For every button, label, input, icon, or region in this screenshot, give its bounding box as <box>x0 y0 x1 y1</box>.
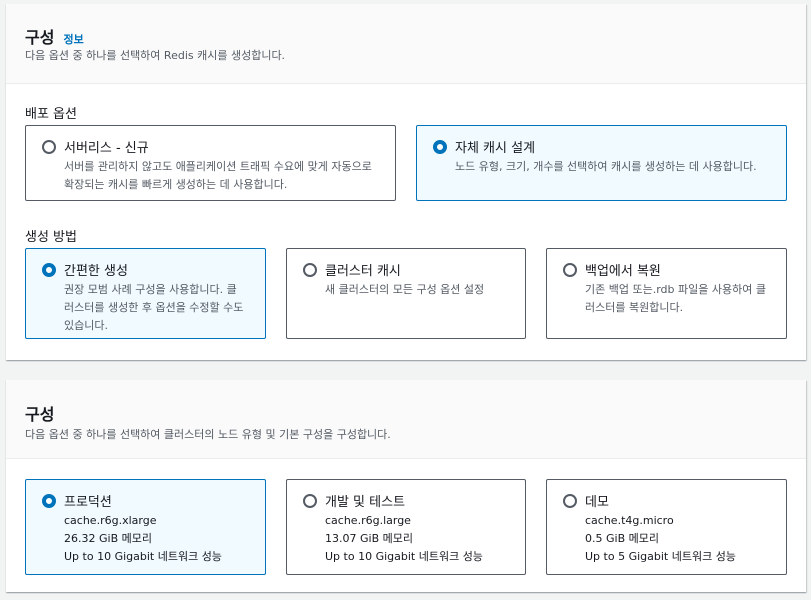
configuration-dev-test[interactable]: 개발 및 테스트 cache.r6g.large 13.07 GiB 메모리 U… <box>286 479 526 575</box>
configuration-demo[interactable]: 데모 cache.t4g.micro 0.5 GiB 메모리 Up to 5 G… <box>546 479 787 575</box>
configuration-production[interactable]: 프로덕션 cache.r6g.xlarge 26.32 GiB 메모리 Up t… <box>25 479 266 575</box>
node-type: cache.t4g.micro <box>585 514 674 527</box>
tile-specs: cache.r6g.large 13.07 GiB 메모리 Up to 10 G… <box>325 512 515 566</box>
tile-title: 프로덕션 <box>64 495 112 510</box>
tile-description-line: 새 클러스터의 모든 구성 옵션 설정 <box>325 283 485 296</box>
network-performance: Up to 5 Gigabit 네트워크 성능 <box>585 550 736 563</box>
tile-title: 데모 <box>585 495 609 510</box>
tile-title: 클러스터 캐시 <box>325 264 401 279</box>
node-type: cache.r6g.large <box>325 514 411 527</box>
panel-title: 구성 <box>25 401 54 425</box>
tile-title: 자체 캐시 설계 <box>455 141 536 156</box>
deploy-options-label: 배포 옵션 <box>25 107 77 122</box>
memory: 13.07 GiB 메모리 <box>325 532 413 545</box>
panel-description: 다음 옵션 중 하나를 선택하여 Redis 캐시를 생성합니다. <box>25 49 286 62</box>
tile-description: 기존 백업 또는.rdb 파일을 사용하여 클 러스터를 복원합니다. <box>585 281 776 317</box>
tile-description-line: 서버를 관리하지 않고도 애플리케이션 트래픽 수요에 맞게 자동으로 <box>64 160 372 173</box>
tile-description-line: 러스터를 생성한 후 옵션을 수정할 수도 <box>64 301 244 314</box>
info-link[interactable]: 정보 <box>63 31 83 47</box>
creation-method-restore-from-backup[interactable]: 백업에서 복원 기존 백업 또는.rdb 파일을 사용하여 클 러스터를 복원합… <box>546 248 787 339</box>
panel-title-text: 구성 <box>25 405 55 424</box>
tile-description-line: 노드 유형, 크기, 개수를 선택하여 캐시를 생성하는 데 사용합니다. <box>455 160 757 173</box>
creation-method-label: 생성 방법 <box>25 230 77 245</box>
node-type: cache.r6g.xlarge <box>64 514 157 527</box>
node-configuration-panel: 구성 다음 옵션 중 하나를 선택하여 클러스터의 노드 유형 및 기본 구성을… <box>6 380 806 592</box>
tile-description-line: 러스터를 복원합니다. <box>585 301 684 314</box>
radio-button[interactable] <box>563 263 577 277</box>
tile-description-line: 확장되는 캐시를 빠르게 생성하는 데 사용합니다. <box>64 178 288 191</box>
configuration-panel: 구성 정보 다음 옵션 중 하나를 선택하여 Redis 캐시를 생성합니다. … <box>6 4 806 360</box>
memory: 26.32 GiB 메모리 <box>64 532 152 545</box>
tile-description: 새 클러스터의 모든 구성 옵션 설정 <box>325 281 515 299</box>
radio-button[interactable] <box>563 494 577 508</box>
tile-title: 간편한 생성 <box>64 264 128 279</box>
panel-description: 다음 옵션 중 하나를 선택하여 클러스터의 노드 유형 및 기본 구성을 구성… <box>25 428 391 441</box>
tile-title: 서버리스 - 신규 <box>64 141 149 156</box>
panel-header: 구성 정보 다음 옵션 중 하나를 선택하여 Redis 캐시를 생성합니다. <box>6 4 806 84</box>
panel-title-text: 구성 <box>25 28 55 47</box>
creation-method-easy-create[interactable]: 간편한 생성 권장 모범 사례 구성을 사용합니다. 클 러스터를 생성한 후 … <box>25 248 266 339</box>
panel-title: 구성 정보 <box>25 24 84 48</box>
memory: 0.5 GiB 메모리 <box>585 532 659 545</box>
radio-button[interactable] <box>303 263 317 277</box>
radio-button[interactable] <box>303 494 317 508</box>
creation-method-cluster-cache[interactable]: 클러스터 캐시 새 클러스터의 모든 구성 옵션 설정 <box>286 248 526 339</box>
tile-specs: cache.r6g.xlarge 26.32 GiB 메모리 Up to 10 … <box>64 512 255 566</box>
tile-description-line: 있습니다. <box>64 319 108 332</box>
tile-title: 개발 및 테스트 <box>325 495 406 510</box>
radio-button[interactable] <box>42 140 56 154</box>
deploy-option-serverless[interactable]: 서버리스 - 신규 서버를 관리하지 않고도 애플리케이션 트래픽 수요에 맞게… <box>25 125 396 201</box>
radio-button-selected[interactable] <box>433 140 447 154</box>
tile-title: 백업에서 복원 <box>585 264 661 279</box>
deploy-option-design-own-cache[interactable]: 자체 캐시 설계 노드 유형, 크기, 개수를 선택하여 캐시를 생성하는 데 … <box>416 125 787 201</box>
tile-description: 권장 모범 사례 구성을 사용합니다. 클 러스터를 생성한 후 옵션을 수정할… <box>64 281 255 335</box>
tile-description-line: 기존 백업 또는.rdb 파일을 사용하여 클 <box>585 283 766 296</box>
network-performance: Up to 10 Gigabit 네트워크 성능 <box>64 550 222 563</box>
radio-button-selected[interactable] <box>42 494 56 508</box>
tile-description: 노드 유형, 크기, 개수를 선택하여 캐시를 생성하는 데 사용합니다. <box>455 158 776 176</box>
tile-specs: cache.t4g.micro 0.5 GiB 메모리 Up to 5 Giga… <box>585 512 776 566</box>
radio-button-selected[interactable] <box>42 263 56 277</box>
panel-header: 구성 다음 옵션 중 하나를 선택하여 클러스터의 노드 유형 및 기본 구성을… <box>6 380 806 459</box>
tile-description: 서버를 관리하지 않고도 애플리케이션 트래픽 수요에 맞게 자동으로 확장되는… <box>64 158 385 194</box>
tile-description-line: 권장 모범 사례 구성을 사용합니다. 클 <box>64 283 237 296</box>
network-performance: Up to 10 Gigabit 네트워크 성능 <box>325 550 483 563</box>
